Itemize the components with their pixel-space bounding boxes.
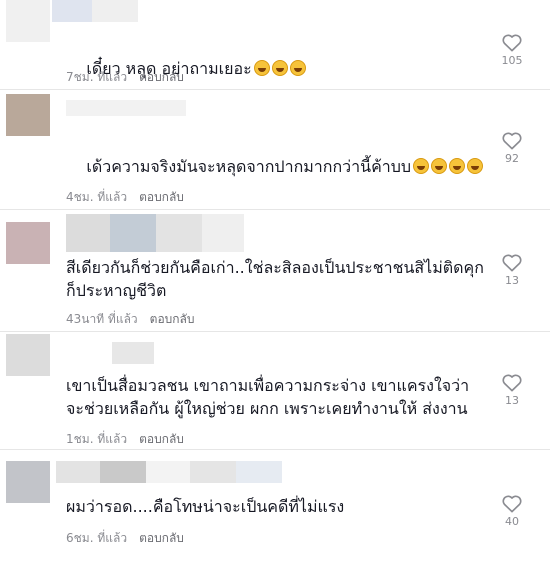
username-redacted[interactable] xyxy=(66,100,186,116)
comment-item: เดี๋ยว หลุด อย่าถามเยอะ 7ชม. ที่แล้ว ตอบ… xyxy=(0,0,550,100)
like-button[interactable]: 105 xyxy=(494,32,530,67)
like-button[interactable]: 92 xyxy=(494,130,530,165)
username-redacted[interactable] xyxy=(92,0,138,22)
username-redacted[interactable] xyxy=(66,214,110,252)
avatar[interactable] xyxy=(6,94,50,136)
timestamp: 6ชม. ที่แล้ว xyxy=(66,531,128,545)
grinning-sweat-emoji-icon xyxy=(289,60,306,76)
grinning-sweat-emoji-icon xyxy=(413,158,430,174)
avatar[interactable] xyxy=(6,334,50,376)
avatar[interactable] xyxy=(6,0,50,42)
username-redacted[interactable] xyxy=(146,461,190,483)
username-redacted[interactable] xyxy=(100,461,146,483)
heart-outline-icon xyxy=(494,130,530,150)
username-redacted[interactable] xyxy=(110,214,156,252)
comment-meta: 6ชม. ที่แล้ว ตอบกลับ xyxy=(66,529,184,548)
reply-button[interactable]: ตอบกลับ xyxy=(139,188,184,207)
username-redacted[interactable] xyxy=(112,342,154,364)
comment-item: เขาเป็นสื่อมวลชน เขาถามเพื่อความกระจ่าง … xyxy=(0,332,550,446)
timestamp: 1ชม. ที่แล้ว xyxy=(66,432,128,446)
username-redacted[interactable] xyxy=(52,0,92,22)
grinning-sweat-emoji-icon xyxy=(467,158,484,174)
comment-item: ผมว่ารอด....คือโทษน่าจะเป็นคดีที่ไม่แรง … xyxy=(0,455,550,565)
like-count: 92 xyxy=(505,152,519,165)
heart-outline-icon xyxy=(494,252,530,272)
like-button[interactable]: 13 xyxy=(494,372,530,407)
comment-meta: 7ชม. ที่แล้ว ตอบกลับ xyxy=(66,68,184,87)
comment-text: เขาเป็นสื่อมวลชน เขาถามเพื่อความกระจ่าง … xyxy=(66,376,470,418)
grinning-sweat-emoji-icon xyxy=(449,158,466,174)
divider xyxy=(0,449,550,450)
divider xyxy=(0,209,550,210)
reply-button[interactable]: ตอบกลับ xyxy=(139,529,184,548)
reply-button[interactable]: ตอบกลับ xyxy=(139,430,184,449)
like-count: 40 xyxy=(505,515,519,528)
like-count: 13 xyxy=(505,274,519,287)
emoji-group xyxy=(411,157,484,176)
reply-button[interactable]: ตอบกลับ xyxy=(139,68,184,87)
username-redacted[interactable] xyxy=(202,214,244,252)
grinning-sweat-emoji-icon xyxy=(271,60,288,76)
like-button[interactable]: 13 xyxy=(494,252,530,287)
comment-meta: 4ชม. ที่แล้ว ตอบกลับ xyxy=(66,188,184,207)
username-redacted[interactable] xyxy=(56,461,100,483)
emoji-group xyxy=(252,59,306,78)
username-redacted[interactable] xyxy=(236,461,282,483)
grinning-sweat-emoji-icon xyxy=(253,60,270,76)
grinning-sweat-emoji-icon xyxy=(431,158,448,174)
comment-meta: 1ชม. ที่แล้ว ตอบกลับ xyxy=(66,430,184,449)
heart-outline-icon xyxy=(494,372,530,392)
comment-text: สีเดียวกันก็ช่วยกันคือเก่า..ใช่ละสิลองเป… xyxy=(66,258,484,300)
comment-item: เด้วความจริงมันจะหลุดจากปากมากกว่านี้ค้า… xyxy=(0,90,550,204)
timestamp: 43นาที ที่แล้ว xyxy=(66,312,138,326)
like-count: 13 xyxy=(505,394,519,407)
username-redacted[interactable] xyxy=(190,461,236,483)
comment-text: ผมว่ารอด....คือโทษน่าจะเป็นคดีที่ไม่แรง xyxy=(66,497,345,516)
avatar[interactable] xyxy=(6,222,50,264)
avatar[interactable] xyxy=(6,461,50,503)
comment-meta: 43นาที ที่แล้ว ตอบกลับ xyxy=(66,310,195,329)
timestamp: 7ชม. ที่แล้ว xyxy=(66,70,128,84)
heart-outline-icon xyxy=(494,493,530,513)
username-redacted[interactable] xyxy=(156,214,202,252)
like-count: 105 xyxy=(501,54,523,67)
reply-button[interactable]: ตอบกลับ xyxy=(150,310,195,329)
like-button[interactable]: 40 xyxy=(494,493,530,528)
timestamp: 4ชม. ที่แล้ว xyxy=(66,190,128,204)
comment-item: สีเดียวกันก็ช่วยกันคือเก่า..ใช่ละสิลองเป… xyxy=(0,212,550,326)
heart-outline-icon xyxy=(494,32,530,52)
